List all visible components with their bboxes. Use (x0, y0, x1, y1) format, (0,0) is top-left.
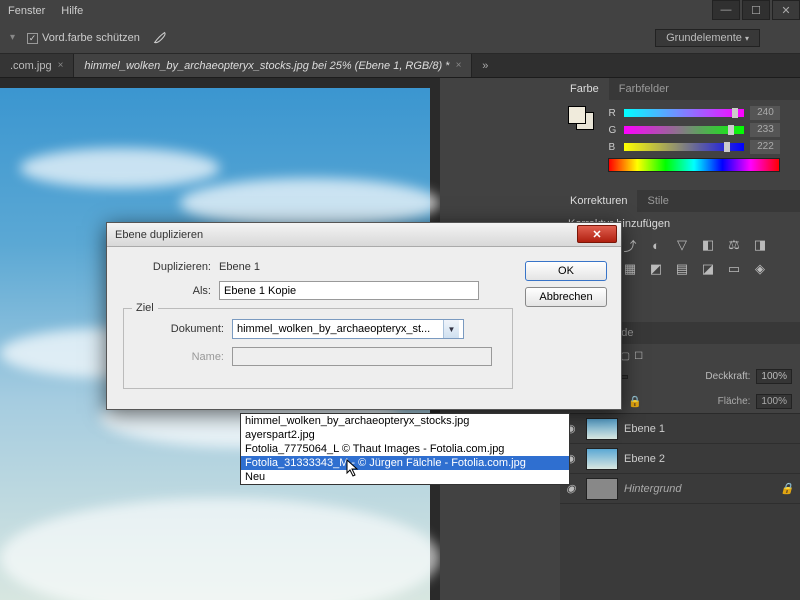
exposure-icon[interactable]: ◐ (646, 236, 666, 254)
tab-farbe[interactable]: Farbe (560, 78, 609, 100)
color-swatches[interactable] (568, 106, 594, 130)
close-icon[interactable]: × (455, 60, 461, 71)
vordfarbe-label: Vord.farbe schützen (42, 32, 140, 44)
color-panel: R 240 G 233 B 222 (560, 100, 800, 190)
dropdown-option[interactable]: Fotolia_7775064_L © Thaut Images - Fotol… (241, 442, 569, 456)
balance-icon[interactable]: ⚖ (724, 236, 744, 254)
rgb-sliders: R 240 G 233 B 222 (608, 106, 780, 172)
layer-row[interactable]: ◉ Ebene 2 (560, 444, 800, 474)
tab-korrekturen[interactable]: Korrekturen (560, 190, 637, 212)
close-icon[interactable]: × (58, 60, 64, 71)
workspace-selector[interactable]: Grundelemente ▾ (655, 29, 760, 47)
menu-fenster[interactable]: Fenster (8, 5, 45, 17)
cancel-button[interactable]: Abbrechen (525, 287, 607, 307)
dropdown-option[interactable]: Neu (241, 470, 569, 484)
layer-name[interactable]: Ebene 2 (624, 453, 665, 465)
brush-icon[interactable] (152, 29, 170, 47)
r-value[interactable]: 240 (750, 106, 780, 120)
maximize-button[interactable]: ☐ (742, 0, 770, 20)
layer-name[interactable]: Hintergrund (624, 483, 681, 495)
layer-thumb (586, 418, 618, 440)
dialog-close-button[interactable]: ✕ (577, 225, 617, 243)
close-button[interactable]: ✕ (772, 0, 800, 20)
checkbox-icon: ✓ (27, 33, 38, 44)
target-legend: Ziel (132, 302, 158, 314)
minimize-button[interactable]: — (712, 0, 740, 20)
invert-icon[interactable]: ◩ (646, 260, 666, 278)
hue-icon[interactable]: ◧ (698, 236, 718, 254)
name-input (232, 347, 492, 366)
as-input[interactable] (219, 281, 479, 300)
opacity-label: Deckkraft: (705, 371, 750, 382)
vibrance-icon[interactable]: ▽ (672, 236, 692, 254)
r-slider[interactable] (624, 109, 744, 117)
chevron-down-icon: ▼ (443, 320, 459, 338)
bw-icon[interactable]: ◨ (750, 236, 770, 254)
threshold-icon[interactable]: ◪ (698, 260, 718, 278)
window-controls: — ☐ ✕ (710, 0, 800, 20)
duplicate-source: Ebene 1 (219, 261, 260, 273)
filter-smart-icon[interactable]: ☐ (634, 351, 643, 362)
r-label: R (608, 108, 618, 119)
ok-button[interactable]: OK (525, 261, 607, 281)
fill-label: Fläche: (718, 396, 751, 407)
document-selected: himmel_wolken_by_archaeopteryx_st... (237, 323, 430, 335)
posterize-icon[interactable]: ▤ (672, 260, 692, 278)
lock-all-icon[interactable]: 🔒 (628, 395, 642, 408)
tab-farbfelder[interactable]: Farbfelder (609, 78, 679, 100)
menubar: Fenster Hilfe (0, 0, 800, 22)
filter-shape-icon[interactable]: ▢ (621, 351, 630, 362)
b-value[interactable]: 222 (750, 140, 780, 154)
dropdown-option[interactable]: ayerspart2.jpg (241, 428, 569, 442)
tab-doc2[interactable]: himmel_wolken_by_archaeopteryx_stocks.jp… (74, 54, 472, 77)
b-label: B (608, 142, 618, 153)
lookup-icon[interactable]: ▦ (620, 260, 640, 278)
gradient-map-icon[interactable]: ▭ (724, 260, 744, 278)
dropdown-option-selected[interactable]: Fotolia_31333343_M - © Jürgen Fälchle - … (241, 456, 569, 470)
duplicate-layer-dialog: Ebene duplizieren ✕ OK Abbrechen Duplizi… (106, 222, 622, 410)
dialog-titlebar[interactable]: Ebene duplizieren ✕ (107, 223, 621, 247)
vordfarbe-option[interactable]: ✓ Vord.farbe schützen (27, 32, 140, 44)
tab-label: himmel_wolken_by_archaeopteryx_stocks.jp… (84, 60, 449, 72)
adjustments-panel-tabs: Korrekturen Stile (560, 190, 800, 212)
layer-row[interactable]: ◉ Ebene 1 (560, 414, 800, 444)
name-label: Name: (132, 351, 232, 363)
tab-label: .com.jpg (10, 60, 52, 72)
layer-name[interactable]: Ebene 1 (624, 423, 665, 435)
fill-value[interactable]: 100% (756, 394, 792, 409)
duplicate-label: Duplizieren: (119, 261, 219, 273)
opacity-value[interactable]: 100% (756, 369, 792, 384)
document-tabs: .com.jpg × himmel_wolken_by_archaeoptery… (0, 54, 800, 78)
curves-icon[interactable]: ⤴ (620, 236, 640, 254)
dropdown-option[interactable]: himmel_wolken_by_archaeopteryx_stocks.jp… (241, 414, 569, 428)
target-fieldset: Ziel Dokument: himmel_wolken_by_archaeop… (123, 308, 513, 389)
document-label: Dokument: (132, 323, 232, 335)
layer-row-background[interactable]: ◉ Hintergrund 🔒 (560, 474, 800, 504)
lock-icon: 🔒 (780, 482, 794, 495)
document-dropdown: himmel_wolken_by_archaeopteryx_stocks.jp… (240, 413, 570, 485)
menu-hilfe[interactable]: Hilfe (61, 5, 83, 17)
options-bar: ▾ ✓ Vord.farbe schützen Grundelemente ▾ (0, 22, 800, 54)
tab-stile[interactable]: Stile (637, 190, 678, 212)
document-select[interactable]: himmel_wolken_by_archaeopteryx_st... ▼ (232, 319, 464, 339)
layer-thumb (586, 448, 618, 470)
layer-list: ◉ Ebene 1 ◉ Ebene 2 ◉ Hintergrund 🔒 (560, 414, 800, 600)
b-slider[interactable] (624, 143, 744, 151)
color-panel-tabs: Farbe Farbfelder (560, 78, 800, 100)
tool-preset-chevron[interactable]: ▾ (10, 32, 15, 43)
as-label: Als: (119, 285, 219, 297)
g-label: G (608, 125, 618, 136)
dialog-title: Ebene duplizieren (115, 229, 203, 241)
tab-overflow[interactable]: » (472, 60, 498, 72)
layer-thumb (586, 478, 618, 500)
foreground-swatch[interactable] (568, 106, 586, 124)
g-slider[interactable] (624, 126, 744, 134)
spectrum-bar[interactable] (608, 158, 780, 172)
selective-color-icon[interactable]: ◈ (750, 260, 770, 278)
g-value[interactable]: 233 (750, 123, 780, 137)
tab-doc1[interactable]: .com.jpg × (0, 54, 74, 77)
workspace-label: Grundelemente (666, 32, 742, 44)
